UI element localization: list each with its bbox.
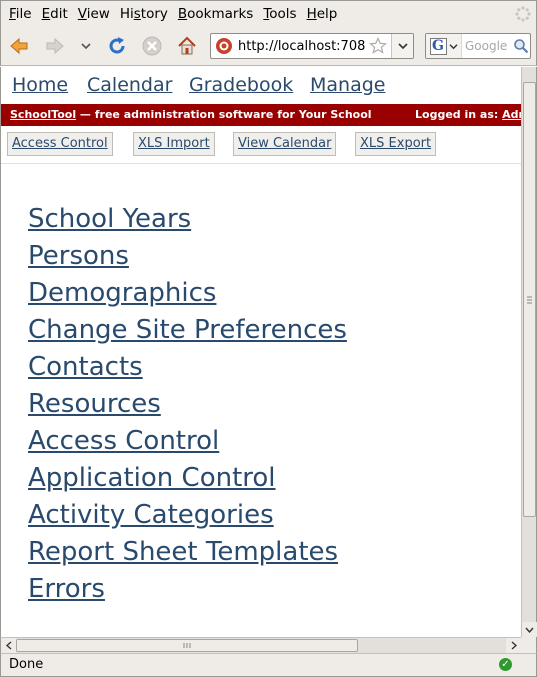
header-banner: SchoolTool — free administration softwar… bbox=[1, 104, 521, 126]
home-icon bbox=[178, 36, 196, 55]
status-bar: Done ✓ bbox=[0, 653, 537, 677]
reload-icon bbox=[109, 37, 125, 54]
action-bar: Access Control XLS Import View Calendar … bbox=[1, 126, 521, 164]
manage-links-list: School Years Persons Demographics Change… bbox=[28, 201, 347, 608]
errors-link[interactable]: Errors bbox=[28, 571, 347, 608]
vertical-scrollbar[interactable] bbox=[521, 67, 537, 637]
back-button[interactable] bbox=[7, 34, 31, 58]
contacts-link[interactable]: Contacts bbox=[28, 349, 347, 386]
view-calendar-button[interactable]: View Calendar bbox=[233, 132, 337, 156]
scroll-left-button[interactable] bbox=[1, 638, 16, 653]
site-favicon-icon bbox=[216, 38, 232, 54]
menu-view[interactable]: View bbox=[73, 6, 115, 22]
nav-manage-link[interactable]: Manage bbox=[310, 74, 385, 96]
back-arrow-icon bbox=[10, 37, 28, 55]
logged-in-label: Logged in as: bbox=[415, 108, 503, 121]
history-dropdown-button[interactable] bbox=[77, 34, 95, 58]
scroll-right-button[interactable] bbox=[506, 638, 521, 653]
search-icon[interactable] bbox=[513, 38, 529, 54]
banner-tagline: SchoolTool — free administration softwar… bbox=[10, 108, 372, 121]
home-button[interactable] bbox=[175, 34, 199, 58]
forward-arrow-icon bbox=[46, 37, 64, 55]
activity-categories-link[interactable]: Activity Categories bbox=[28, 497, 347, 534]
menu-tools[interactable]: Tools bbox=[258, 6, 301, 22]
access-control-link[interactable]: Access Control bbox=[28, 423, 347, 460]
access-control-button[interactable]: Access Control bbox=[7, 132, 113, 156]
scrollbar-corner bbox=[521, 637, 537, 653]
activity-throbber-icon bbox=[515, 6, 531, 22]
bookmark-star-icon[interactable] bbox=[369, 37, 387, 55]
horizontal-scrollbar[interactable] bbox=[0, 637, 521, 653]
logged-in-info: Logged in as: Administrator bbox=[415, 108, 521, 121]
menu-edit[interactable]: Edit bbox=[37, 6, 73, 22]
menu-history[interactable]: History bbox=[115, 6, 173, 22]
nav-home-link[interactable]: Home bbox=[12, 74, 68, 96]
search-input[interactable]: Google bbox=[465, 39, 513, 53]
xls-import-button[interactable]: XLS Import bbox=[133, 132, 215, 156]
grip-icon bbox=[183, 643, 191, 648]
stop-icon bbox=[142, 36, 162, 56]
chevron-down-icon bbox=[449, 43, 457, 49]
banner-tagline-text: — free administration software for Your … bbox=[76, 108, 372, 121]
search-bar[interactable]: G Google bbox=[425, 33, 531, 59]
checkmark-icon: ✓ bbox=[499, 658, 512, 671]
status-text: Done bbox=[9, 657, 44, 672]
stop-button[interactable] bbox=[140, 34, 164, 58]
menu-file[interactable]: File bbox=[4, 6, 37, 22]
site-navigation: Home Calendar Gradebook Manage bbox=[1, 67, 521, 103]
persons-link[interactable]: Persons bbox=[28, 238, 347, 275]
vertical-scroll-thumb[interactable] bbox=[523, 82, 536, 517]
page-viewport: Home Calendar Gradebook Manage SchoolToo… bbox=[0, 67, 521, 637]
logged-in-user-link[interactable]: Administrator bbox=[502, 108, 521, 121]
xls-export-button[interactable]: XLS Export bbox=[355, 132, 437, 156]
grip-icon bbox=[527, 296, 532, 304]
arrow-down-icon bbox=[525, 627, 534, 633]
school-years-link[interactable]: School Years bbox=[28, 201, 347, 238]
scroll-down-button[interactable] bbox=[522, 622, 537, 637]
url-bar[interactable]: http://localhost:708 bbox=[210, 33, 414, 59]
url-dropdown-button[interactable] bbox=[391, 34, 413, 58]
change-site-preferences-link[interactable]: Change Site Preferences bbox=[28, 312, 347, 349]
menu-bookmarks[interactable]: Bookmarks bbox=[173, 6, 258, 22]
arrow-right-icon bbox=[511, 641, 517, 650]
resources-link[interactable]: Resources bbox=[28, 386, 347, 423]
chevron-down-icon bbox=[81, 43, 91, 50]
nav-gradebook-link[interactable]: Gradebook bbox=[189, 74, 293, 96]
forward-button[interactable] bbox=[43, 34, 67, 58]
horizontal-scroll-thumb[interactable] bbox=[16, 639, 358, 652]
schooltool-brand-link[interactable]: SchoolTool bbox=[10, 108, 76, 121]
application-control-link[interactable]: Application Control bbox=[28, 460, 347, 497]
nav-calendar-link[interactable]: Calendar bbox=[87, 74, 172, 96]
google-logo-icon: G bbox=[429, 37, 447, 55]
chevron-down-icon bbox=[397, 43, 408, 50]
menu-bar: File Edit View History Bookmarks Tools H… bbox=[0, 0, 537, 26]
reload-button[interactable] bbox=[105, 34, 129, 58]
report-sheet-templates-link[interactable]: Report Sheet Templates bbox=[28, 534, 347, 571]
arrow-left-icon bbox=[5, 641, 11, 650]
demographics-link[interactable]: Demographics bbox=[28, 275, 347, 312]
search-engine-selector[interactable]: G bbox=[426, 34, 462, 58]
menu-help[interactable]: Help bbox=[302, 6, 343, 22]
url-text[interactable]: http://localhost:708 bbox=[238, 39, 366, 54]
